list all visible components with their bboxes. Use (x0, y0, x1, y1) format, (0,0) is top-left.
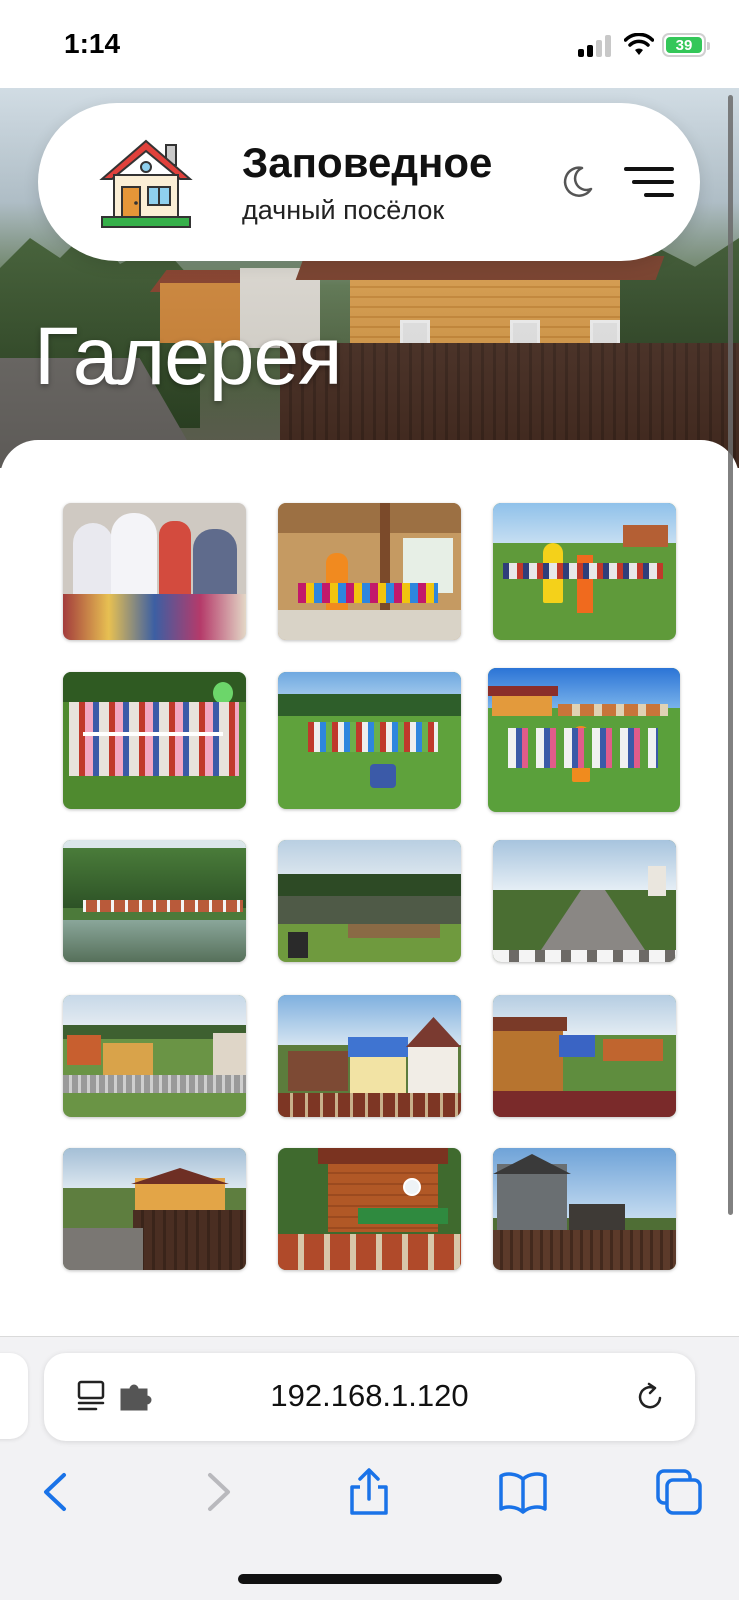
gallery-photo-6[interactable] (488, 668, 680, 812)
gallery-photo-8[interactable] (278, 840, 461, 962)
reload-icon[interactable] (634, 1381, 666, 1413)
gallery-photo-5[interactable] (278, 672, 461, 809)
site-name[interactable]: Заповедное (242, 139, 492, 187)
moon-icon[interactable] (560, 165, 594, 199)
gallery-photo-9[interactable] (493, 840, 676, 962)
home-indicator[interactable] (238, 1574, 502, 1584)
wifi-icon (624, 33, 654, 55)
gallery-photo-4[interactable] (63, 672, 246, 809)
gallery-photo-10[interactable] (63, 995, 246, 1117)
menu-icon[interactable] (624, 165, 674, 199)
address-text[interactable]: 192.168.1.120 (44, 1378, 695, 1414)
cellular-signal-icon (578, 35, 612, 57)
gallery (0, 440, 739, 1340)
gallery-photo-7[interactable] (63, 840, 246, 962)
gallery-photo-2[interactable] (278, 503, 461, 640)
back-icon[interactable] (32, 1467, 82, 1517)
battery-level: 39 (666, 37, 702, 54)
bookmarks-icon[interactable] (498, 1467, 548, 1517)
house-logo-icon[interactable] (98, 135, 194, 231)
gallery-photo-14[interactable] (278, 1148, 461, 1270)
page-scrollbar[interactable] (728, 95, 733, 1215)
battery-icon: 39 (662, 33, 710, 57)
gallery-photo-1[interactable] (63, 503, 246, 640)
site-header: Заповедное дачный посёлок (38, 103, 700, 261)
status-bar: 1:14 39 (0, 0, 739, 88)
gallery-photo-12[interactable] (493, 995, 676, 1117)
site-subtitle: дачный посёлок (242, 195, 445, 225)
previous-tab-card[interactable] (0, 1353, 28, 1439)
gallery-photo-11[interactable] (278, 995, 461, 1117)
status-time: 1:14 (64, 28, 121, 59)
forward-icon[interactable] (192, 1467, 242, 1517)
tabs-icon[interactable] (654, 1467, 704, 1517)
gallery-photo-15[interactable] (493, 1148, 676, 1270)
share-icon[interactable] (344, 1467, 394, 1517)
address-bar[interactable]: 192.168.1.120 (44, 1353, 695, 1441)
page-title: Галерея (34, 311, 342, 402)
gallery-photo-13[interactable] (63, 1148, 246, 1270)
browser-toolbar: 192.168.1.120 (0, 1336, 739, 1600)
gallery-photo-3[interactable] (493, 503, 676, 640)
